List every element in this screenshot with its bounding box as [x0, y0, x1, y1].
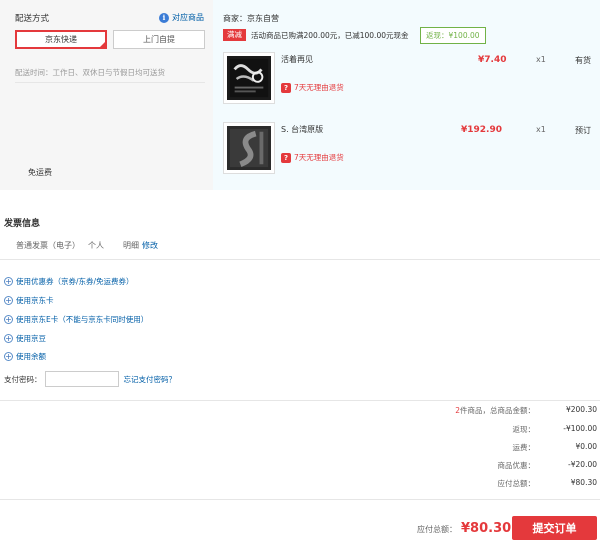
- goods-item: S. 台湾原版 ? 7天无理由退货 ¥192.90 x1 预订: [223, 122, 600, 174]
- invoice-holder: 个人: [88, 241, 104, 250]
- invoice-type: 普通发票（电子）: [16, 241, 80, 250]
- return-icon: ?: [281, 152, 291, 163]
- ship-option-pickup[interactable]: 上门自提: [113, 30, 205, 49]
- divider: [0, 259, 600, 260]
- product-price: ¥7.40: [478, 55, 507, 65]
- use-coupon[interactable]: + 使用优惠券（京券/东券/免运费券）: [4, 276, 134, 287]
- shipping-fee: 免运费: [28, 168, 52, 177]
- stock-status: 预订: [575, 126, 591, 135]
- use-jd-beans[interactable]: + 使用京豆: [4, 333, 46, 344]
- promo-text: 活动商品已购满200.00元，已减100.00元现金: [251, 30, 409, 40]
- rebate-badge: 返现：¥100.00: [420, 27, 486, 44]
- promo-tag: 满减: [223, 29, 246, 41]
- use-balance[interactable]: + 使用余额: [4, 351, 46, 362]
- return-policy: ? 7天无理由退货: [281, 152, 344, 163]
- info-icon: i: [159, 12, 169, 23]
- summary-rebate: 返现： -¥100.00: [512, 424, 598, 434]
- stock-status: 有货: [575, 56, 591, 65]
- product-thumbnail[interactable]: [223, 52, 275, 104]
- invoice-info: 普通发票（电子） 个人 明细 修改: [16, 240, 158, 251]
- merchant-label: 商家：京东自营: [223, 14, 279, 23]
- pwd-label: 支付密码：: [4, 374, 42, 384]
- ship-time: 配送时间：工作日、双休日与节假日均可送货: [15, 68, 165, 77]
- payable-total: 应付总额： ¥80.30: [417, 521, 512, 536]
- invoice-detail: 明细: [123, 241, 139, 250]
- order-top-section: 配送方式 i 对应商品 京东快递 上门自提 配送时间：工作日、双休日与节假日均可…: [0, 0, 600, 190]
- use-jd-card[interactable]: + 使用京东卡: [4, 295, 54, 306]
- shipping-title: 配送方式: [15, 14, 50, 24]
- product-qty: x1: [536, 125, 546, 134]
- product-price: ¥192.90: [461, 125, 502, 135]
- divider: [0, 400, 600, 401]
- invoice-title: 发票信息: [4, 219, 41, 229]
- expand-plus-icon: +: [4, 351, 13, 361]
- summary-goods-total: 2件商品，总商品金额： ¥200.30: [455, 405, 597, 415]
- product-thumbnail[interactable]: [223, 122, 275, 174]
- summary-discount: 商品优惠： -¥20.00: [497, 460, 598, 470]
- expand-plus-icon: +: [4, 276, 13, 286]
- expand-plus-icon: +: [4, 333, 13, 343]
- expand-plus-icon: +: [4, 314, 13, 324]
- shipping-panel: 配送方式 i 对应商品 京东快递 上门自提 配送时间：工作日、双休日与节假日均可…: [0, 0, 213, 190]
- divider: [0, 499, 600, 500]
- summary-shipping: 运费： ¥0.00: [512, 442, 598, 452]
- goods-panel: 商家：京东自营 满减 活动商品已购满200.00元，已减100.00元现金 返现…: [213, 0, 600, 190]
- use-jd-ecard[interactable]: + 使用京东E卡（不能与京东卡同时使用）: [4, 314, 148, 325]
- expand-plus-icon: +: [4, 295, 13, 305]
- invoice-edit-link[interactable]: 修改: [142, 240, 158, 251]
- book-cover-image: [227, 126, 271, 170]
- book-cover-image: [227, 56, 271, 100]
- forgot-password-link[interactable]: 忘记支付密码？: [124, 374, 177, 385]
- submit-order-button[interactable]: 提交订单: [512, 516, 597, 540]
- goods-total-value: ¥200.30: [565, 405, 597, 414]
- match-goods-link[interactable]: i 对应商品: [159, 12, 204, 23]
- product-qty: x1: [536, 55, 546, 64]
- summary-payable: 应付总额： ¥80.30: [497, 478, 598, 488]
- return-policy: ? 7天无理由退货: [281, 82, 344, 93]
- promo-bar: 满减 活动商品已购满200.00元，已减100.00元现金: [223, 29, 409, 41]
- goods-item: 活着再见 ? 7天无理由退货 ¥7.40 x1 有货: [223, 52, 600, 104]
- payment-password-row: 支付密码： 忘记支付密码？: [4, 371, 176, 387]
- payable-amount: ¥80.30: [461, 521, 512, 536]
- product-name[interactable]: 活着再见: [281, 54, 313, 65]
- divider: [15, 82, 205, 83]
- product-name[interactable]: S. 台湾原版: [281, 124, 323, 135]
- ship-option-jd-express[interactable]: 京东快递: [15, 30, 107, 49]
- payment-password-input[interactable]: [44, 371, 119, 387]
- return-icon: ?: [281, 82, 291, 93]
